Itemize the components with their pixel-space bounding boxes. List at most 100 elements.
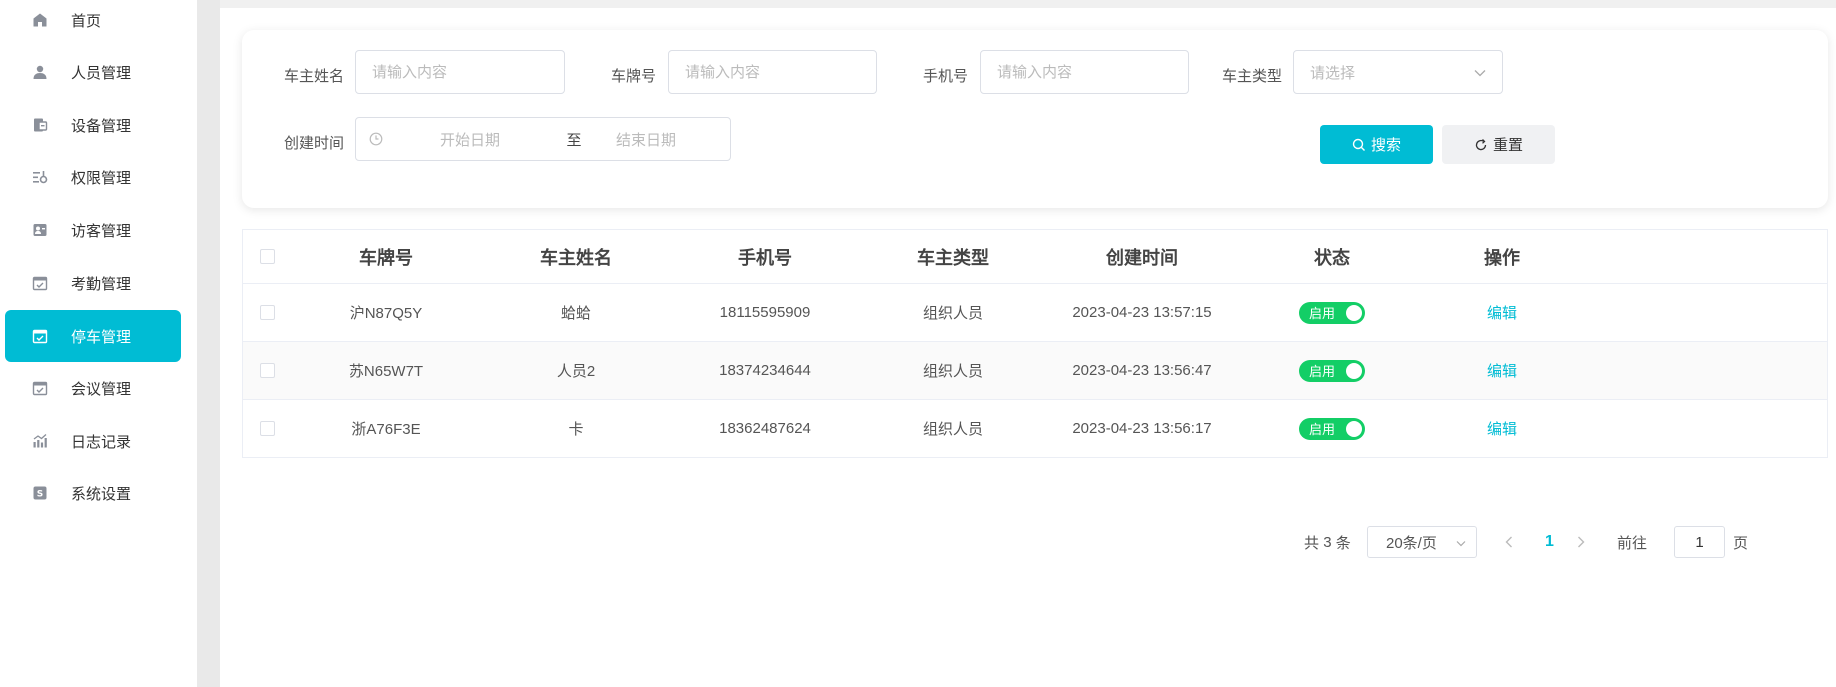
owner-name-cell: 人员2 — [556, 363, 596, 380]
column-header[interactable]: 车主姓名 — [481, 230, 671, 283]
sidebar-item-visitor[interactable]: 访客管理 — [5, 204, 181, 256]
calendar-check-icon — [31, 327, 49, 345]
chevron-down-icon — [1474, 64, 1486, 81]
column-header[interactable]: 状态 — [1237, 230, 1427, 283]
created-date-range[interactable]: 开始日期 至 结束日期 — [355, 117, 731, 161]
settings-icon: S — [31, 484, 49, 502]
plate-cell: 沪N87Q5Y — [349, 305, 423, 322]
prev-page-button[interactable] — [1497, 526, 1521, 558]
phone-input[interactable] — [980, 50, 1189, 94]
edit-link[interactable]: 编辑 — [1487, 302, 1517, 323]
edit-link[interactable]: 编辑 — [1487, 360, 1517, 381]
row-checkbox[interactable] — [259, 363, 275, 378]
status-cell: 启用 — [1237, 400, 1427, 457]
owner-name-cell: 卡 — [568, 421, 584, 438]
end-date-input[interactable]: 结束日期 — [616, 129, 676, 150]
switch-knob — [1346, 362, 1362, 379]
sidebar-item-logs[interactable]: 日志记录 — [5, 415, 181, 467]
row-checkbox[interactable] — [259, 305, 275, 320]
main-panel: 车主姓名 车牌号 手机号 车主类型 请选择 创建时间 开始日期 至 结束日期 搜… — [220, 8, 1836, 687]
table-row: 浙A76F3E 卡 18362487624 组织人员 2023-04-23 13… — [243, 400, 1827, 457]
column-header[interactable]: 车主类型 — [859, 230, 1047, 283]
home-icon — [31, 11, 49, 29]
search-button[interactable]: 搜索 — [1320, 125, 1433, 164]
switch-knob — [1346, 420, 1362, 437]
status-cell: 启用 — [1237, 284, 1427, 341]
sidebar-item-label: 系统设置 — [71, 485, 132, 503]
sidebar-item-parking[interactable]: 停车管理 — [5, 310, 181, 362]
select-all-cell — [243, 230, 291, 283]
phone-cell: 18374234644 — [719, 362, 811, 379]
status-switch-label: 启用 — [1309, 306, 1336, 321]
sidebar-item-label: 首页 — [71, 12, 102, 30]
column-header[interactable]: 创建时间 — [1047, 230, 1237, 283]
svg-text:S: S — [37, 490, 43, 500]
phone-cell: 18115595909 — [719, 304, 811, 321]
reset-button-label: 重置 — [1492, 137, 1523, 154]
plate-cell: 浙A76F3E — [351, 421, 421, 438]
created-time-label: 创建时间 — [283, 135, 344, 152]
sidebar-item-label: 人员管理 — [71, 64, 132, 82]
row-checkbox-cell — [243, 342, 291, 399]
page-number-current[interactable]: 1 — [1545, 526, 1554, 558]
column-header[interactable]: 车牌号 — [291, 230, 481, 283]
total-prefix: 共 — [1304, 534, 1320, 552]
plate-input[interactable] — [668, 50, 877, 94]
sidebar-item-home[interactable]: 首页 — [5, 0, 181, 46]
clock-icon — [369, 132, 383, 146]
phone-cell: 18362487624 — [719, 420, 811, 437]
goto-page-input[interactable] — [1674, 526, 1725, 558]
status-switch[interactable]: 启用 — [1299, 417, 1365, 440]
row-checkbox[interactable] — [259, 421, 275, 436]
sidebar-item-label: 权限管理 — [71, 169, 132, 187]
reset-button[interactable]: 重置 — [1442, 125, 1555, 164]
sidebar-item-label: 日志记录 — [71, 433, 132, 451]
column-header[interactable]: 手机号 — [671, 230, 859, 283]
chart-icon — [31, 432, 49, 450]
sidebar-item-meeting[interactable]: 会议管理 — [5, 362, 181, 414]
switch-knob — [1346, 304, 1362, 321]
owner-name-cell: 蛤蛤 — [560, 305, 591, 322]
owner-type-placeholder: 请选择 — [1310, 64, 1356, 82]
action-cell: 编辑 — [1427, 284, 1577, 341]
sidebar-item-settings[interactable]: S 系统设置 — [5, 467, 181, 519]
status-cell: 启用 — [1237, 342, 1427, 399]
status-switch-label: 启用 — [1309, 422, 1336, 437]
owner-type-cell: 组织人员 — [922, 363, 983, 380]
table-header: 车牌号 车主姓名 手机号 车主类型 创建时间 状态 操作 — [243, 230, 1827, 284]
status-switch[interactable]: 启用 — [1299, 359, 1365, 382]
column-header[interactable]: 操作 — [1427, 230, 1577, 283]
next-page-button[interactable] — [1569, 526, 1593, 558]
sidebar-item-label: 访客管理 — [71, 222, 132, 240]
select-all-checkbox[interactable] — [259, 249, 275, 264]
owner-name-label: 车主姓名 — [283, 68, 344, 85]
search-button-label: 搜索 — [1370, 137, 1401, 154]
sidebar-item-label: 设备管理 — [71, 117, 132, 135]
sidebar-item-attendance[interactable]: 考勤管理 — [5, 257, 181, 309]
owner-type-cell: 组织人员 — [922, 305, 983, 322]
sidebar-item-label: 考勤管理 — [71, 275, 132, 293]
parking-table: 车牌号 车主姓名 手机号 车主类型 创建时间 状态 操作 沪N87Q5Y 蛤蛤 … — [242, 229, 1828, 458]
refresh-icon — [1475, 138, 1487, 150]
row-checkbox-cell — [243, 400, 291, 457]
start-date-input[interactable]: 开始日期 — [440, 129, 544, 150]
sidebar-item-personnel[interactable]: 人员管理 — [5, 46, 181, 98]
owner-type-cell: 组织人员 — [922, 421, 983, 438]
status-switch[interactable]: 启用 — [1299, 301, 1365, 324]
edit-link[interactable]: 编辑 — [1487, 418, 1517, 439]
page-size-select[interactable]: 20条/页 — [1367, 526, 1477, 558]
table-row: 苏N65W7T 人员2 18374234644 组织人员 2023-04-23 … — [243, 342, 1827, 400]
sidebar: 首页 人员管理 设备管理 权限管理 访客管理 考勤管理 停车管理 会议管理 日志… — [0, 0, 197, 687]
visitor-icon — [31, 221, 49, 239]
owner-type-select[interactable]: 请选择 — [1293, 50, 1503, 94]
user-icon — [31, 63, 49, 81]
phone-label: 手机号 — [922, 68, 968, 85]
created-time-cell: 2023-04-23 13:56:17 — [1072, 420, 1212, 437]
calendar-check-icon — [31, 274, 49, 292]
sidebar-item-device[interactable]: 设备管理 — [5, 99, 181, 151]
sidebar-gutter — [197, 0, 220, 687]
chevron-down-icon — [1456, 534, 1466, 551]
status-switch-label: 启用 — [1309, 364, 1336, 379]
owner-name-input[interactable] — [355, 50, 565, 94]
sidebar-item-permission[interactable]: 权限管理 — [5, 151, 181, 203]
